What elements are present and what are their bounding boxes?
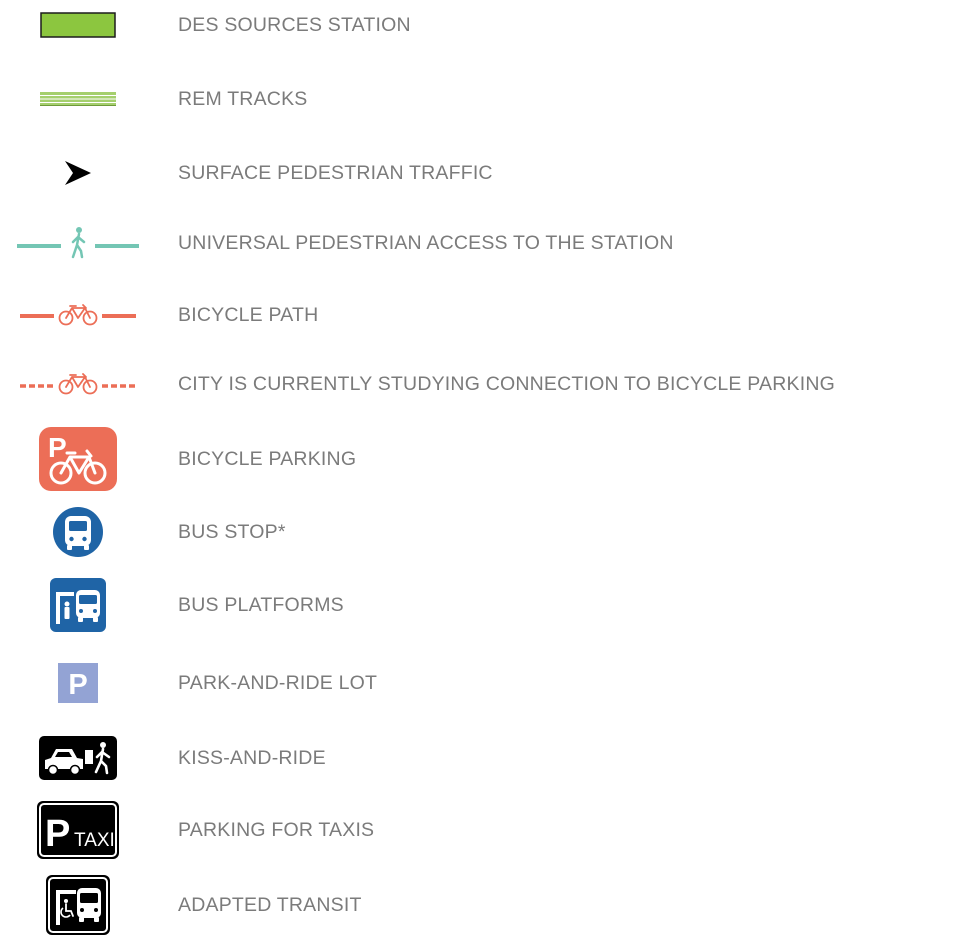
bus-stop-icon	[14, 497, 142, 567]
legend-item-des-sources-station: DES SOURCES STATION	[0, 0, 964, 60]
legend-label: CITY IS CURRENTLY STUDYING CONNECTION TO…	[178, 373, 835, 395]
legend-item-bicycle-parking: P BICYCLE PARKING	[0, 424, 964, 494]
bicycle-dashed-line-icon	[14, 349, 142, 419]
arrowhead-icon	[14, 138, 142, 208]
kiss-and-ride-icon	[14, 723, 142, 793]
legend-item-kiss-and-ride: KISS-AND-RIDE	[0, 723, 964, 793]
legend-item-rem-tracks: REM TRACKS	[0, 64, 964, 134]
rail-tracks-icon	[14, 64, 142, 134]
legend-label: KISS-AND-RIDE	[178, 747, 326, 769]
bicycle-parking-glyph: P	[48, 432, 67, 463]
pedestrian-line-icon	[14, 208, 142, 278]
legend-label: REM TRACKS	[178, 88, 308, 110]
legend-item-bus-stop: BUS STOP*	[0, 497, 964, 567]
green-rectangle-icon	[14, 0, 142, 60]
legend-label: UNIVERSAL PEDESTRIAN ACCESS TO THE STATI…	[178, 232, 674, 254]
legend-item-universal-pedestrian-access: UNIVERSAL PEDESTRIAN ACCESS TO THE STATI…	[0, 208, 964, 278]
legend-item-bicycle-connection-study: CITY IS CURRENTLY STUDYING CONNECTION TO…	[0, 349, 964, 419]
adapted-transit-icon	[14, 870, 142, 940]
bicycle-solid-line-icon	[14, 280, 142, 350]
legend-label: BICYCLE PARKING	[178, 448, 357, 470]
legend-item-taxi-parking: P TAXI PARKING FOR TAXIS	[0, 795, 964, 865]
legend-label: BUS STOP*	[178, 521, 286, 543]
legend-label: PARK-AND-RIDE LOT	[178, 672, 378, 694]
taxi-parking-glyph-sub: TAXI	[74, 830, 115, 851]
legend: DES SOURCES STATION REM TRACKS SURFACE P…	[0, 0, 964, 941]
legend-item-park-and-ride: P PARK-AND-RIDE LOT	[0, 648, 964, 718]
taxi-parking-icon: P TAXI	[14, 795, 142, 865]
legend-item-adapted-transit: ADAPTED TRANSIT	[0, 870, 964, 940]
legend-label: BUS PLATFORMS	[178, 594, 344, 616]
legend-label: SURFACE PEDESTRIAN TRAFFIC	[178, 162, 493, 184]
park-and-ride-icon: P	[14, 648, 142, 718]
bus-platform-icon	[14, 570, 142, 640]
legend-label: DES SOURCES STATION	[178, 14, 411, 36]
legend-item-surface-pedestrian-traffic: SURFACE PEDESTRIAN TRAFFIC	[0, 138, 964, 208]
legend-item-bicycle-path: BICYCLE PATH	[0, 280, 964, 350]
park-and-ride-glyph: P	[68, 669, 87, 701]
legend-label: BICYCLE PATH	[178, 304, 319, 326]
legend-label: ADAPTED TRANSIT	[178, 894, 362, 916]
legend-item-bus-platforms: BUS PLATFORMS	[0, 570, 964, 640]
bicycle-parking-icon: P	[14, 424, 142, 494]
taxi-parking-glyph: P	[45, 813, 70, 855]
legend-label: PARKING FOR TAXIS	[178, 819, 375, 841]
